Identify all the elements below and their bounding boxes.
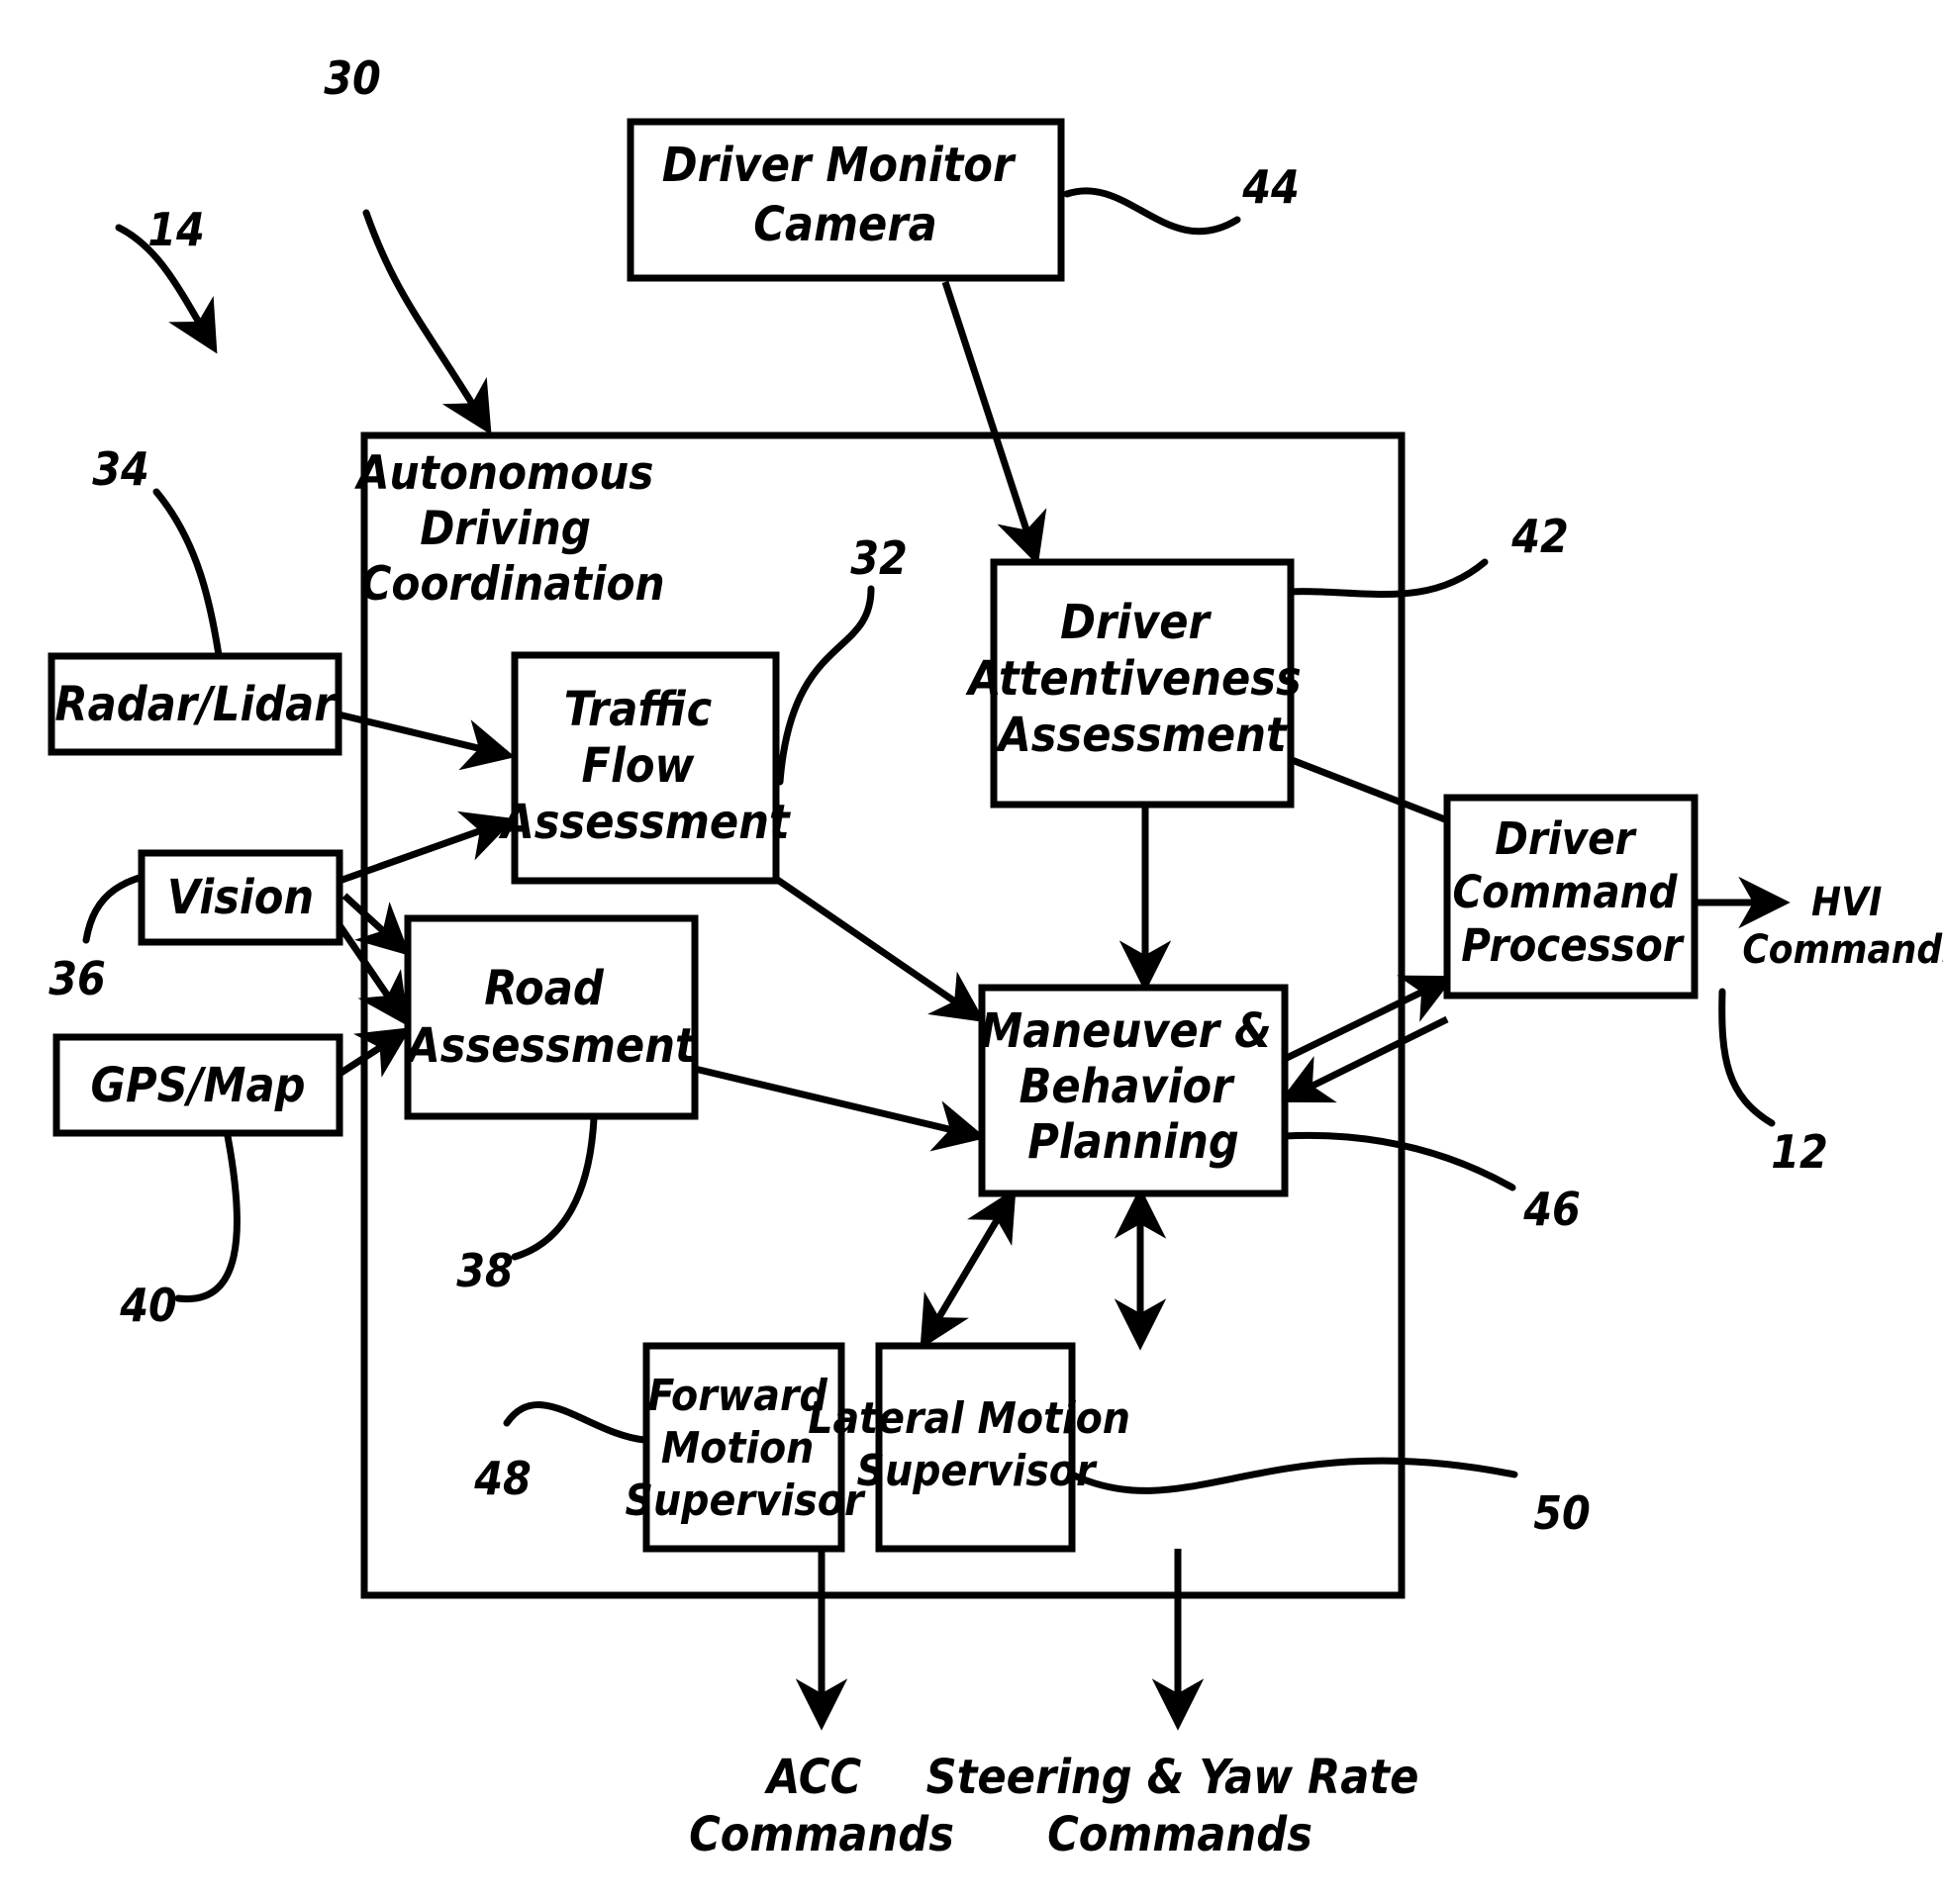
node-radar-lidar-label: Radar/Lidar <box>54 677 338 732</box>
link-maneuver-to-command-processor <box>1283 975 1455 1063</box>
ref-numeral-36: 36 <box>49 952 106 1005</box>
ref-numeral-48: 48 <box>473 1452 532 1505</box>
figure-canvas: Autonomous Driving Coordination Driver M… <box>0 0 1943 1904</box>
link-maneuver-to-forward-supervisor <box>920 1188 1017 1350</box>
link-road-assessment-to-maneuver <box>694 1065 987 1152</box>
leader-38 <box>511 1114 598 1261</box>
link-command-processor-to-maneuver <box>1279 1015 1449 1103</box>
output-acc-commands-label: ACC Commands <box>689 1750 954 1862</box>
leader-50 <box>1068 1457 1518 1494</box>
ref-numeral-50: 50 <box>1533 1486 1591 1540</box>
ref-numeral-12: 12 <box>1771 1125 1828 1179</box>
ref-numeral-30: 30 <box>324 51 381 105</box>
ref-numeral-32: 32 <box>850 531 908 585</box>
node-road-assessment[interactable] <box>404 914 699 1120</box>
ref-numeral-14: 14 <box>147 203 205 256</box>
link-camera-to-attentiveness <box>941 280 1047 566</box>
output-steering-yaw-commands-label: Steering & Yaw Rate Commands <box>926 1750 1434 1862</box>
output-hvi-commands-label: HVI Commands <box>1742 880 1943 973</box>
ref-numeral-34: 34 <box>92 442 149 496</box>
leader-32 <box>776 585 875 786</box>
container-label: Autonomous Driving Coordination <box>354 446 668 612</box>
ref-numeral-38: 38 <box>456 1244 514 1297</box>
ref-numeral-46: 46 <box>1522 1183 1581 1236</box>
leader-48 <box>503 1401 649 1444</box>
link-gps-to-road-assessment <box>338 1027 412 1078</box>
link-traffic-flow-to-maneuver <box>774 876 986 1022</box>
leader-40 <box>174 1132 241 1303</box>
ref-numeral-42: 42 <box>1510 510 1569 563</box>
leader-12 <box>1718 988 1776 1127</box>
diagram-svg: Autonomous Driving Coordination Driver M… <box>48 51 1943 1862</box>
leader-44 <box>1063 187 1241 236</box>
ref-numeral-44: 44 <box>1241 160 1300 214</box>
leader-30 <box>362 209 492 435</box>
ref-numeral-40: 40 <box>119 1279 177 1332</box>
node-vision-label: Vision <box>167 870 314 925</box>
node-gps-map-label: GPS/Map <box>91 1058 306 1113</box>
